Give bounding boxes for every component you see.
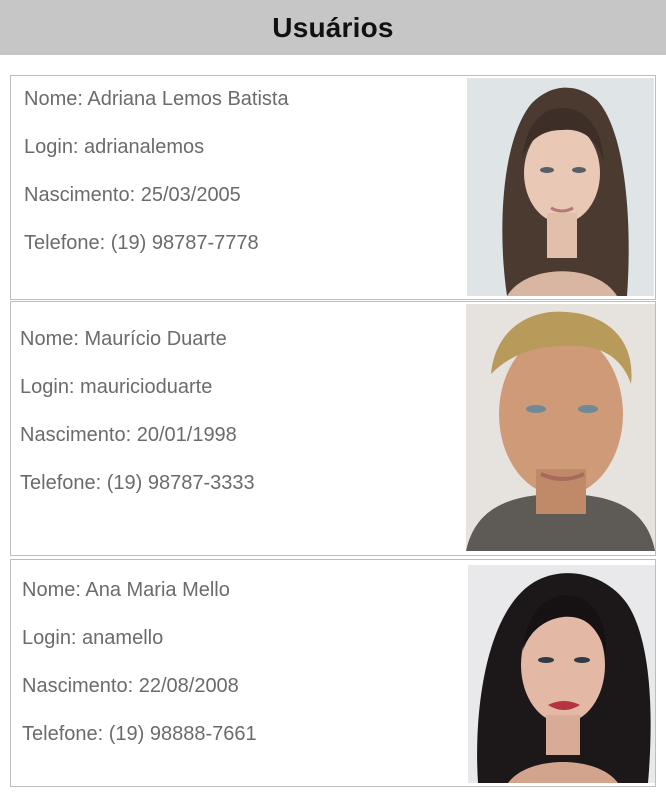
user-card[interactable]: Nome: Maurício Duarte Login: mauriciodua… <box>10 301 656 556</box>
user-login: Login: anamello <box>22 627 164 649</box>
user-birthdate: Nascimento: 22/08/2008 <box>22 675 239 697</box>
user-info: Nome: Adriana Lemos Batista Login: adria… <box>24 75 289 267</box>
user-photo <box>466 304 655 551</box>
page-title: Usuários <box>272 11 394 43</box>
user-photo <box>467 78 654 296</box>
user-card[interactable]: Nome: Ana Maria Mello Login: anamello Na… <box>10 559 656 787</box>
user-login: Login: adrianalemos <box>24 136 205 158</box>
user-login: Login: mauricioduarte <box>20 376 213 398</box>
user-photo <box>468 565 655 783</box>
user-phone: Telefone: (19) 98787-7778 <box>24 232 259 254</box>
user-info: Nome: Maurício Duarte Login: mauriciodua… <box>20 315 255 507</box>
user-name: Nome: Adriana Lemos Batista <box>24 88 289 110</box>
user-card[interactable]: Nome: Adriana Lemos Batista Login: adria… <box>10 75 656 300</box>
user-phone: Telefone: (19) 98888-7661 <box>22 723 257 745</box>
user-info: Nome: Ana Maria Mello Login: anamello Na… <box>22 566 257 758</box>
page-header: Usuários <box>0 0 666 55</box>
user-phone: Telefone: (19) 98787-3333 <box>20 472 255 494</box>
user-name: Nome: Ana Maria Mello <box>22 579 230 601</box>
user-birthdate: Nascimento: 25/03/2005 <box>24 184 241 206</box>
user-name: Nome: Maurício Duarte <box>20 328 227 350</box>
user-birthdate: Nascimento: 20/01/1998 <box>20 424 237 446</box>
